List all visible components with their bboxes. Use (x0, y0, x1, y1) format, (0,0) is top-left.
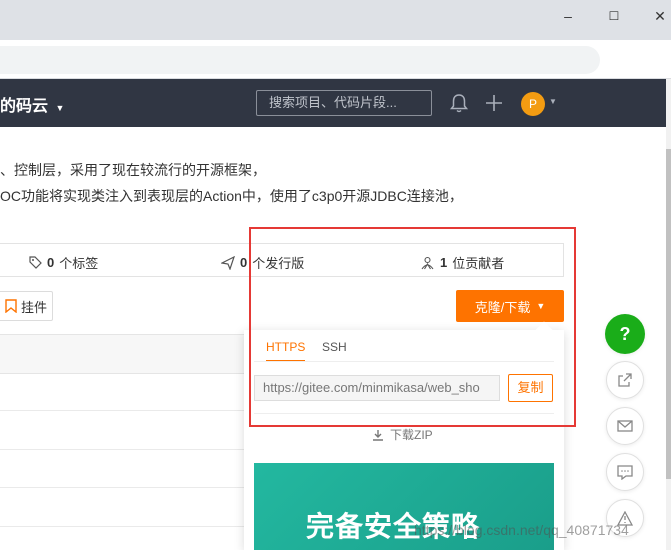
clone-dropdown-panel: HTTPS SSH https://gitee.com/minmikasa/we… (244, 321, 564, 550)
comment-icon (617, 464, 633, 480)
plus-icon[interactable] (485, 94, 503, 112)
releases-count: 0 (240, 255, 248, 270)
avatar[interactable]: P (521, 92, 545, 116)
search-input[interactable]: 搜索项目、代码片段... (256, 90, 432, 116)
close-window-button[interactable]: ✕ (637, 0, 671, 32)
download-zip-label: 下载ZIP (390, 428, 433, 442)
email-button[interactable] (606, 407, 644, 445)
download-zip-link[interactable]: 下载ZIP (372, 426, 433, 443)
external-link-icon (618, 373, 632, 387)
table-row[interactable] (0, 526, 244, 527)
address-bar[interactable] (0, 46, 600, 74)
watermark: https://blog.csdn.net/qq_40871734 (414, 522, 629, 538)
contributors-stat[interactable]: 1 位贡献者 (420, 253, 504, 272)
download-icon (373, 429, 383, 441)
brand-label: 的码云 (0, 98, 49, 115)
tags-count: 0 (47, 255, 55, 270)
maximize-button[interactable]: ☐ (591, 0, 637, 32)
bookmark-icon (5, 299, 17, 313)
description-line-2: OC功能将实现类注入到表现层的Action中，使用了c3p0开源JDBC连接池， (0, 188, 463, 204)
contributors-label: 位贡献者 (452, 256, 505, 271)
share-button[interactable] (606, 361, 644, 399)
page-scrollbar[interactable] (666, 79, 671, 550)
clone-url-input[interactable]: https://gitee.com/minmikasa/web_sho (254, 375, 500, 401)
widget-button-label: 挂件 (21, 299, 48, 315)
maximize-icon: ☐ (608, 9, 620, 23)
copy-button[interactable]: 复制 (508, 374, 553, 402)
chevron-down-icon: ▼ (55, 103, 65, 113)
mail-icon (617, 420, 633, 432)
table-row[interactable] (0, 487, 244, 488)
releases-stat[interactable]: 0 个发行版 (221, 253, 304, 272)
browser-title-bar: – ☐ ✕ (0, 0, 671, 40)
tags-stat[interactable]: 0 个标签 (29, 253, 98, 272)
tag-icon (29, 256, 42, 269)
comment-button[interactable] (606, 453, 644, 491)
contributors-icon (421, 256, 434, 269)
help-button[interactable]: ? (605, 314, 645, 354)
chevron-down-icon[interactable]: ▼ (549, 97, 557, 106)
close-icon: ✕ (654, 7, 666, 24)
repo-stats-bar: 0 个标签 0 个发行版 1 位贡献者 (0, 243, 564, 277)
minimize-icon: – (564, 8, 572, 24)
question-icon: ? (619, 323, 631, 344)
tab-https[interactable]: HTTPS (266, 340, 306, 362)
table-row[interactable] (0, 410, 244, 411)
send-icon (221, 255, 235, 270)
browser-toolbar (0, 40, 671, 108)
tags-label: 个标签 (59, 256, 99, 271)
releases-label: 个发行版 (252, 256, 305, 271)
minimize-button[interactable]: – (545, 0, 591, 32)
file-table-header (0, 334, 244, 374)
bell-icon[interactable] (449, 92, 469, 114)
site-header: 的码云 ▼ 搜索项目、代码片段... P ▼ (0, 79, 666, 127)
widget-button[interactable]: 挂件 (0, 291, 53, 321)
chevron-down-icon: ▼ (536, 301, 546, 311)
description-line-1: 、控制层，采用了现在较流行的开源框架， (0, 162, 266, 178)
contributors-count: 1 (440, 255, 448, 270)
tab-ssh[interactable]: SSH (322, 340, 347, 360)
clone-button-label: 克隆/下载 (474, 299, 531, 315)
clone-download-button[interactable]: 克隆/下载 ▼ (456, 290, 564, 322)
table-row[interactable] (0, 449, 244, 450)
brand-dropdown[interactable]: 的码云 ▼ (0, 92, 64, 116)
